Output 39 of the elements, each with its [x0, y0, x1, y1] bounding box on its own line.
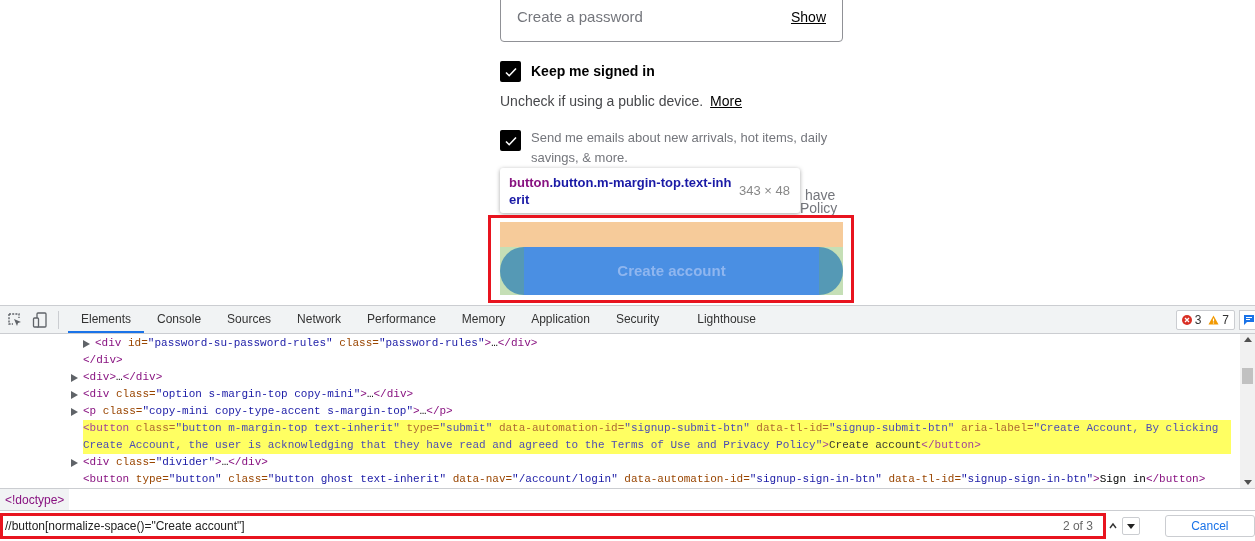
devtools-tab[interactable]: Sources: [214, 306, 285, 333]
element-size: 343 × 48: [739, 181, 790, 200]
cancel-button[interactable]: Cancel: [1164, 515, 1255, 537]
checkbox[interactable]: [500, 130, 521, 151]
devtools-tab[interactable]: Application: [518, 306, 603, 333]
partial-text: have: [805, 186, 836, 203]
search-field[interactable]: //button[normalize-space()="Create account"] 2 of 3: [0, 513, 1106, 539]
devtools-tab[interactable]: Memory: [448, 306, 519, 333]
more-link[interactable]: More: [710, 91, 742, 112]
message-icon[interactable]: [1239, 309, 1255, 330]
scrollbar[interactable]: [1240, 334, 1255, 488]
previous-match-icon[interactable]: [1108, 522, 1117, 530]
checkbox-label: Send me emails about new arrivals, hot items, daily savings, & more.: [531, 129, 829, 167]
scroll-up-icon[interactable]: [1243, 337, 1252, 342]
next-match-button[interactable]: [1121, 517, 1140, 535]
checkbox[interactable]: [500, 61, 521, 82]
devtools-tab[interactable]: Performance: [354, 306, 449, 333]
scrollbar-thumb[interactable]: [1242, 368, 1253, 384]
hint-text: Uncheck if using a public device.: [500, 92, 704, 111]
show-link[interactable]: Show: [790, 6, 826, 28]
breadcrumb-item[interactable]: <!doctype>: [0, 489, 70, 510]
devtools-tab[interactable]: Lighthouse: [684, 306, 769, 333]
password-field[interactable]: Create a password Show: [500, 0, 843, 42]
devtools-tab[interactable]: Network: [284, 306, 355, 333]
error-icon: [1181, 314, 1192, 325]
expand-arrow-icon[interactable]: [71, 458, 78, 467]
checkbox-label: Keep me signed in: [531, 62, 655, 81]
inspect-icon[interactable]: [7, 311, 23, 328]
caret-down-icon: [1126, 522, 1135, 530]
device-toolbar-icon[interactable]: [32, 311, 48, 328]
devtools-tab[interactable]: Security: [602, 306, 673, 333]
element-selector: button.button.m-margin-top.text-inherit: [509, 173, 733, 208]
expand-arrow-icon[interactable]: [83, 339, 90, 348]
issues-counter[interactable]: 3 7: [1175, 309, 1235, 330]
partial-text: Policy: [800, 200, 838, 218]
scroll-down-icon[interactable]: [1243, 480, 1252, 485]
match-count: 2 of 3: [1062, 518, 1093, 535]
devtools-tab[interactable]: Console: [144, 306, 215, 333]
warning-icon: [1208, 314, 1220, 325]
